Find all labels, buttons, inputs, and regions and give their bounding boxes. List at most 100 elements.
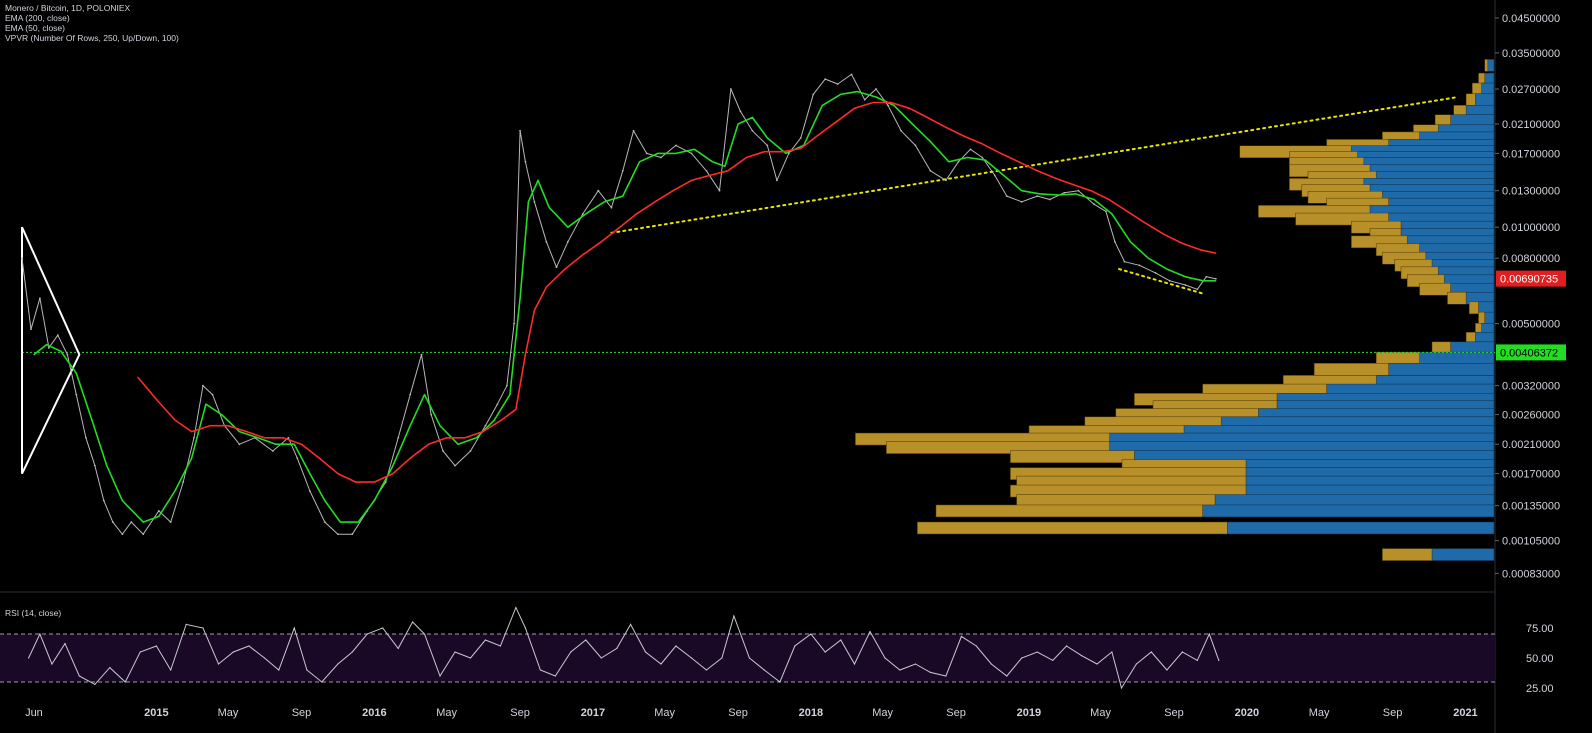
- price-series-point: [323, 521, 326, 523]
- x-tick-label: May: [1309, 707, 1330, 719]
- rsi-point: [1208, 633, 1210, 635]
- ema200-point: [1144, 222, 1146, 224]
- ema50-point: [142, 521, 144, 523]
- vp-down-bar: [1419, 351, 1495, 365]
- price-series-point: [202, 384, 204, 387]
- ema50-point: [158, 515, 160, 518]
- ema200-point: [908, 107, 911, 109]
- ema50-legend: EMA (50, close): [5, 23, 65, 33]
- rsi-point: [1181, 651, 1183, 653]
- ema50-point: [509, 394, 511, 396]
- ema200-point: [191, 430, 193, 433]
- rsi-point: [94, 683, 96, 686]
- price-series-point: [1077, 189, 1080, 192]
- ema200-point: [818, 133, 820, 135]
- rsi-point: [810, 633, 812, 635]
- x-tick-label: May: [872, 707, 893, 719]
- ema50-point: [856, 91, 859, 93]
- price-series-point: [1205, 275, 1208, 278]
- ema200-point: [600, 241, 602, 243]
- ema50-point: [537, 179, 539, 181]
- rsi-point: [690, 657, 693, 659]
- ema200-point: [1018, 161, 1020, 163]
- price-series-point: [1123, 260, 1126, 263]
- ema50-point: [948, 161, 950, 163]
- x-tick-label: May: [436, 707, 457, 719]
- ema50-point: [493, 419, 495, 421]
- ema50-point: [373, 500, 375, 502]
- price-series-point: [914, 144, 917, 147]
- price-series-point: [85, 436, 87, 439]
- price-series-point: [484, 424, 487, 427]
- ema50-point: [1074, 193, 1077, 195]
- price-series-point: [111, 521, 114, 523]
- vp-down-bar: [1227, 521, 1495, 535]
- ema50-point: [724, 165, 726, 167]
- rsi-point: [1096, 663, 1098, 665]
- ema200-point: [1181, 242, 1183, 244]
- rsi-point: [748, 657, 751, 659]
- rsi-point: [853, 663, 856, 665]
- ema50-point: [1021, 190, 1023, 192]
- ema50-point: [457, 443, 459, 445]
- ema50-point: [238, 430, 240, 433]
- rsi-point: [321, 681, 323, 683]
- price-series-point: [660, 156, 662, 159]
- ema200-point: [890, 101, 892, 104]
- price-series-point: [597, 189, 600, 192]
- ema50-point: [737, 123, 739, 125]
- ema50-point: [174, 490, 176, 492]
- rsi-point: [1065, 645, 1068, 647]
- vp-up-bar: [1472, 82, 1482, 96]
- x-tick-label: 2015: [144, 707, 168, 719]
- rsi-point: [1120, 687, 1123, 689]
- ema50-point: [1166, 268, 1168, 270]
- rsi-point: [306, 669, 308, 671]
- ema200-point: [515, 408, 517, 410]
- ema50-point: [911, 123, 914, 125]
- ema200-point: [1126, 210, 1129, 213]
- ema50-point: [33, 354, 35, 356]
- vp-down-bar: [1484, 311, 1495, 325]
- ema50-point: [339, 521, 341, 523]
- vp-up-bar: [1447, 291, 1467, 305]
- price-series-point: [287, 436, 290, 439]
- price-series-point: [900, 129, 902, 132]
- rsi-point: [899, 669, 901, 671]
- price-series-point: [1214, 277, 1217, 280]
- y-tick-label: 0.00260000: [1502, 410, 1560, 422]
- ema50-point: [191, 457, 193, 459]
- vp-up-bar: [917, 521, 1228, 535]
- ema50-point: [1003, 174, 1005, 177]
- price-series-point: [420, 353, 423, 356]
- chart-canvas: 75.00 50.00 25.00 0.04500000 0.03500000 0.02…: [0, 0, 1592, 733]
- price-series-point: [675, 144, 677, 147]
- vp-up-bar: [1478, 311, 1485, 325]
- ema50-point: [392, 465, 394, 467]
- vp-up-bar: [935, 504, 1203, 518]
- ema50-point: [527, 201, 530, 203]
- ema200-point: [782, 151, 784, 153]
- ema50-point: [409, 425, 411, 427]
- ema50-point: [1184, 276, 1186, 278]
- vp-up-bar: [1313, 363, 1389, 376]
- price-series-point: [130, 521, 133, 523]
- price-series-point: [1113, 240, 1116, 243]
- ema200-point: [318, 457, 321, 459]
- price-series-point: [1196, 288, 1199, 291]
- rsi-point: [616, 647, 618, 650]
- ema200-point: [482, 430, 484, 433]
- vp-up-bar: [1419, 283, 1451, 296]
- price-series-point: [56, 334, 59, 337]
- x-tick-label: Sep: [1383, 707, 1403, 719]
- ema200-point: [635, 213, 638, 215]
- rsi-point: [484, 639, 487, 641]
- rsi-point: [232, 651, 235, 653]
- price-series-point: [30, 328, 32, 331]
- ema50-point: [1147, 257, 1149, 259]
- ema50-point: [1093, 198, 1095, 201]
- ema200-point: [672, 190, 674, 192]
- ema50-point: [423, 394, 426, 396]
- ema200-point: [800, 147, 802, 150]
- ema200-point: [209, 425, 211, 427]
